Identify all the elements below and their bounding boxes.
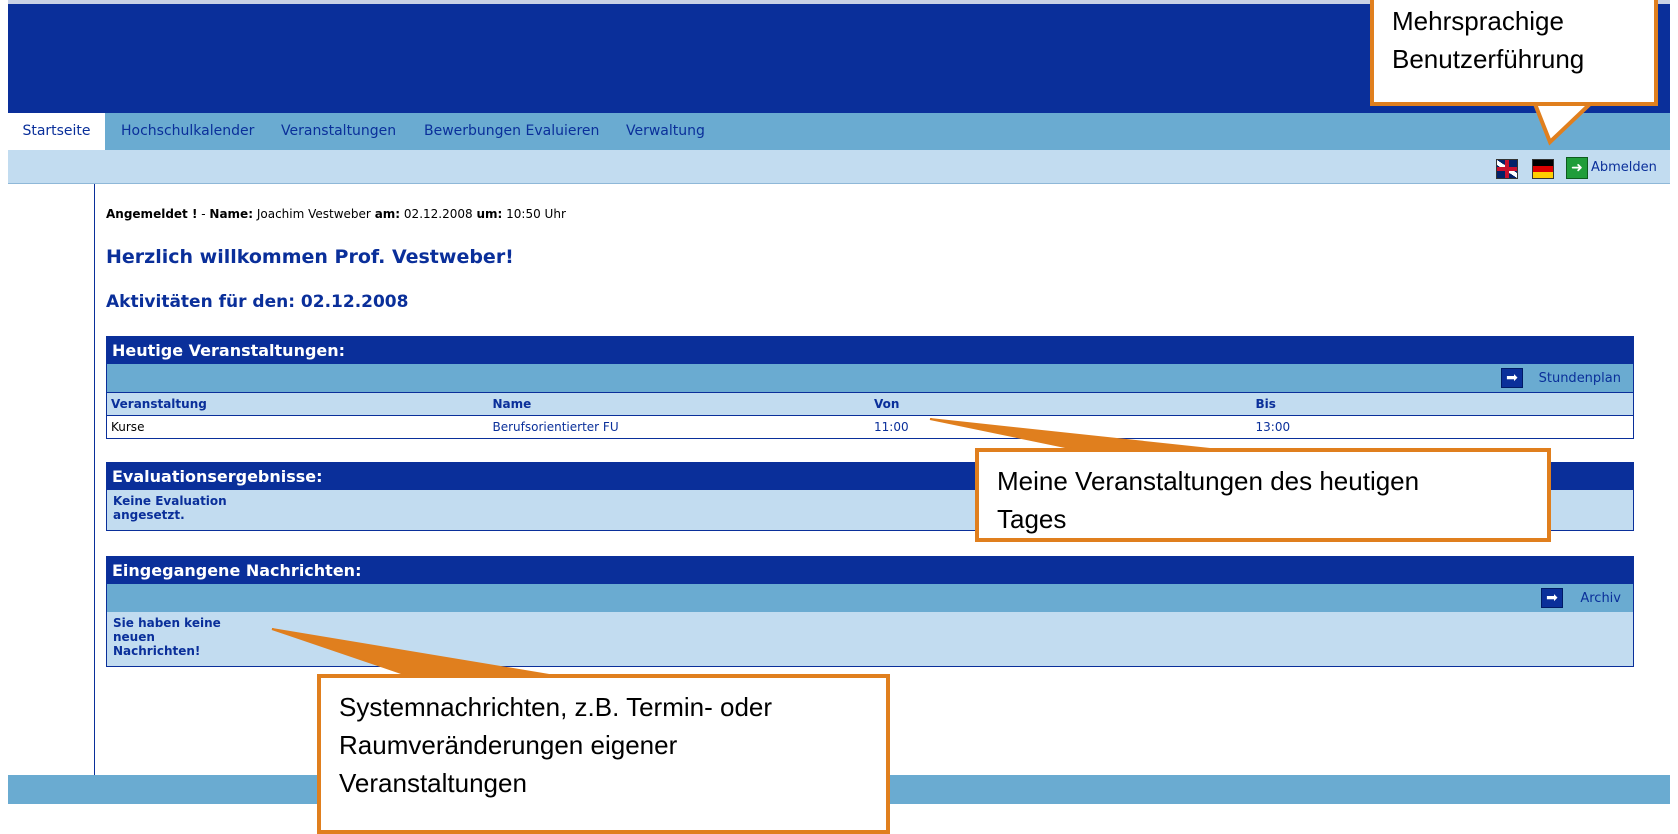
callout-text-line: Systemnachrichten, z.B. Termin- oder — [339, 692, 773, 722]
callout-text-line: Meine Veranstaltungen des heutigen — [997, 466, 1420, 496]
callout-courses: Meine Veranstaltungen des heutigen Tages — [975, 448, 1551, 542]
callout-pointer-languages — [1532, 102, 1596, 146]
callout-text-line: Raumveränderungen eigener — [339, 730, 678, 760]
callout-text-line: Mehrsprachige — [1392, 6, 1564, 36]
callout-text-line: Veranstaltungen — [339, 768, 527, 798]
callout-pointer-courses — [929, 418, 1211, 450]
callout-text-line: Tages — [997, 504, 1067, 534]
callout-text-line: Benutzerführung — [1392, 44, 1585, 74]
callout-messages: Systemnachrichten, z.B. Termin- oder Rau… — [317, 674, 890, 834]
callout-languages: Mehrsprachige Benutzerführung — [1370, 0, 1658, 106]
callout-pointer-messages — [271, 628, 556, 677]
